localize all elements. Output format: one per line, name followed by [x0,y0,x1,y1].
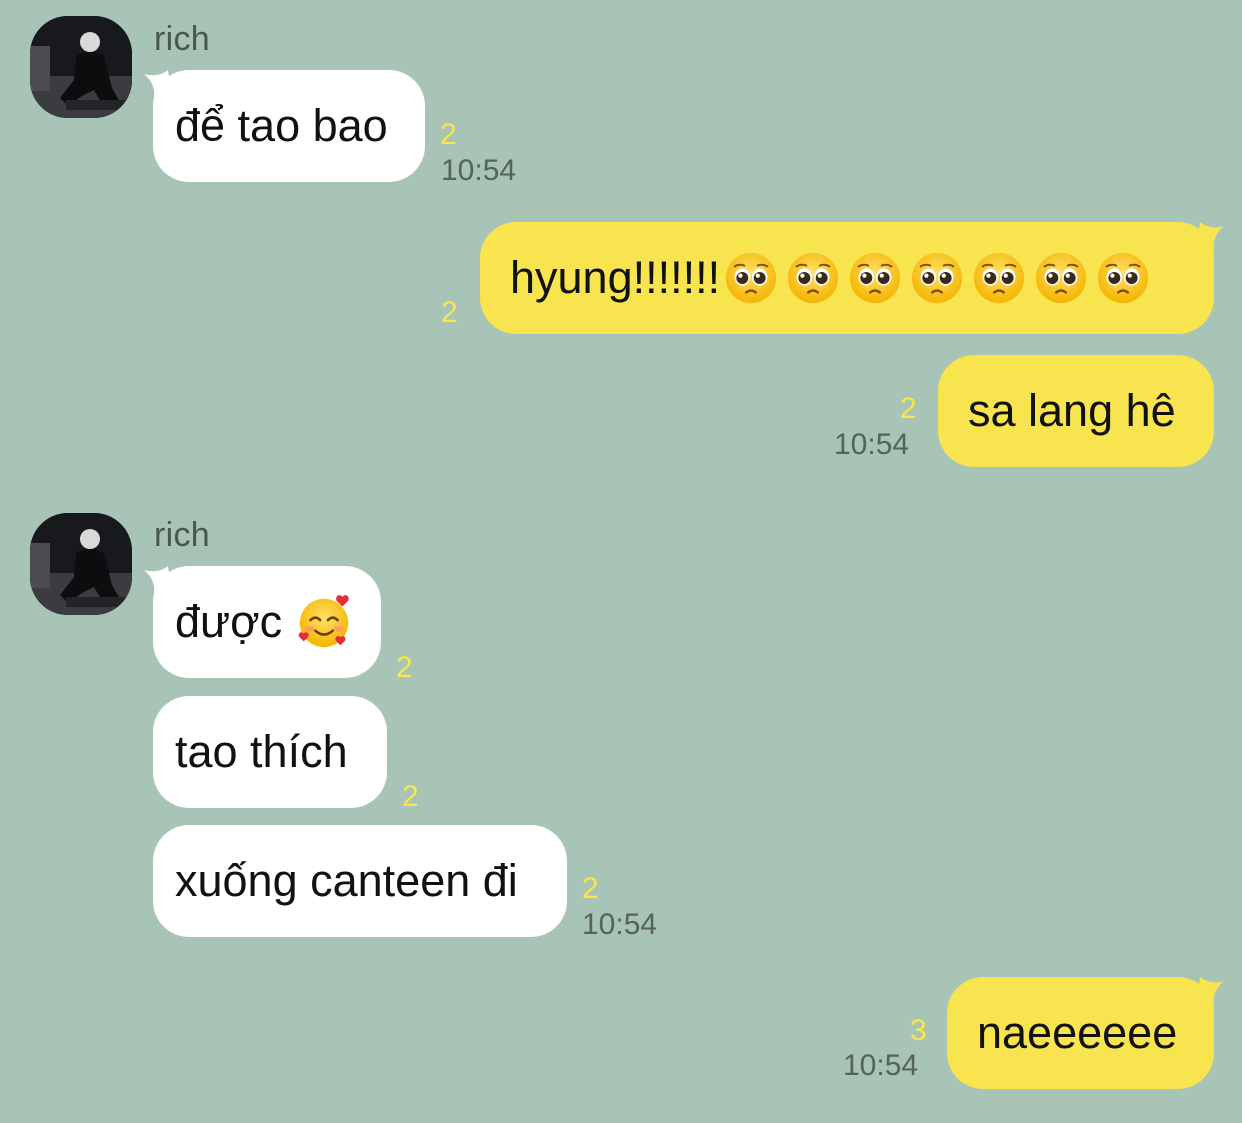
unread-count: 2 [396,651,413,684]
pleading-face-icon [786,251,840,305]
message-bubble[interactable]: naeeeeee [947,977,1214,1089]
sender-name: rich [154,20,210,58]
message-bubble[interactable]: tao thích [153,696,387,808]
message-text: được [175,596,283,647]
message-time: 10:54 [843,1049,919,1082]
message-bubble[interactable]: được [153,566,381,678]
pleading-face-icon [972,251,1026,305]
pleading-face-icon [1034,251,1088,305]
message-time: 10:54 [441,154,517,187]
message-bubble[interactable]: hyung!!!!!!! [480,222,1214,334]
unread-count: 2 [402,780,419,813]
pleading-face-icon [724,251,778,305]
contact-avatar[interactable] [30,16,132,118]
message-bubble[interactable]: sa lang hê [938,355,1214,467]
pleading-face-icon [910,251,964,305]
unread-count: 2 [441,296,458,329]
contact-avatar[interactable] [30,513,132,615]
message-text: naeeeeee [977,1007,1178,1058]
unread-count: 2 [582,872,599,905]
unread-count: 3 [910,1014,927,1047]
message-bubble[interactable]: xuống canteen đi [153,825,567,937]
unread-count: 2 [440,118,457,151]
sender-name: rich [154,516,210,554]
message-text: để tao bao [175,100,388,151]
message-text: hyung!!!!!!! [510,252,721,303]
message-time: 10:54 [834,428,910,461]
message-bubble[interactable]: để tao bao [153,70,425,182]
pleading-face-icon [1096,251,1150,305]
message-time: 10:54 [582,908,658,941]
unread-count: 2 [900,392,917,425]
message-text: tao thích [175,726,348,777]
message-text: xuống canteen đi [175,855,518,906]
avatar-photo-icon [30,16,132,118]
message-text: sa lang hê [968,385,1176,436]
avatar-photo-icon [30,513,132,615]
pleading-face-icon [848,251,902,305]
smiling-face-with-hearts-icon [296,593,354,651]
